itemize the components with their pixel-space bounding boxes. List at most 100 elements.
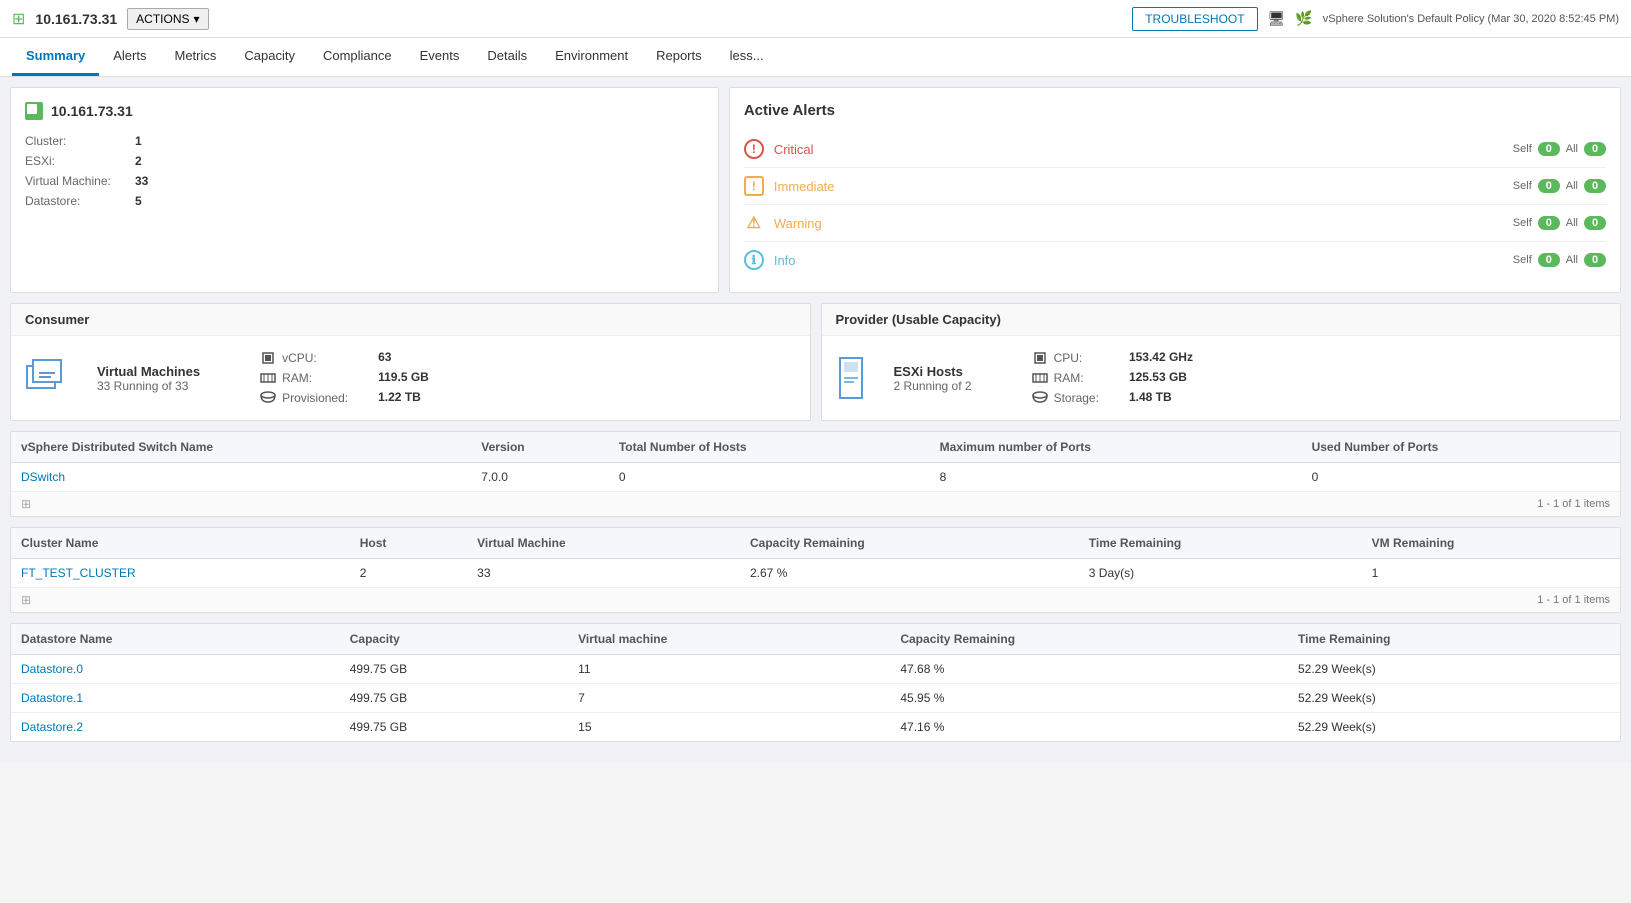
tab-summary[interactable]: Summary — [12, 38, 99, 76]
consumer-sublabel: 33 Running of 33 — [97, 379, 200, 393]
ds2-name-link[interactable]: Datastore.2 — [21, 720, 83, 734]
cluster-table-section: Cluster Name Host Virtual Machine Capaci… — [10, 527, 1621, 613]
monitor-icon: 🖥 — [1268, 10, 1286, 27]
consumer-body: Virtual Machines 33 Running of 33 vCPU: … — [11, 336, 810, 420]
tab-details[interactable]: Details — [473, 38, 541, 76]
ds0-cap-remaining: 47.68 % — [890, 655, 1288, 684]
provider-ram-label: RAM: — [1054, 371, 1084, 385]
vds-col-version: Version — [471, 432, 609, 463]
storage-label-area: Storage: — [1032, 390, 1099, 406]
alert-row-info: ℹ Info Self 0 All 0 — [744, 242, 1606, 278]
tab-less[interactable]: less... — [716, 38, 778, 76]
consumer-panel: Consumer Virtual Machines 33 Running of … — [10, 303, 811, 421]
warning-all-badge: 0 — [1584, 216, 1606, 230]
tab-metrics[interactable]: Metrics — [160, 38, 230, 76]
cluster-footer-left: ⊞ — [21, 593, 31, 607]
datastore-table: Datastore Name Capacity Virtual machine … — [11, 624, 1620, 741]
immediate-all-badge: 0 — [1584, 179, 1606, 193]
provider-stats: CPU: 153.42 GHz RAM: 125.53 GB Storage: … — [1032, 350, 1193, 406]
immediate-icon: ! — [744, 176, 764, 196]
table-row: Datastore.2 499.75 GB 15 47.16 % 52.29 W… — [11, 713, 1620, 742]
top-bar-left: ⊞ 10.161.73.31 ACTIONS ▾ — [12, 8, 209, 30]
tab-reports[interactable]: Reports — [642, 38, 716, 76]
leaf-icon: 🌿 — [1295, 10, 1312, 27]
self-label-warning: Self — [1513, 217, 1532, 229]
cluster-label: Cluster: — [25, 134, 135, 148]
column-resize-icon[interactable]: ⊞ — [21, 497, 31, 511]
provider-sublabel: 2 Running of 2 — [894, 379, 972, 393]
critical-label[interactable]: Critical — [774, 142, 1503, 157]
ds-col-capacity: Capacity — [340, 624, 568, 655]
provider-ram-icon — [1032, 370, 1048, 386]
ds0-name-link[interactable]: Datastore.0 — [21, 662, 83, 676]
cluster-col-vm: Virtual Machine — [467, 528, 740, 559]
actions-button[interactable]: ACTIONS ▾ — [127, 8, 208, 30]
cluster-column-resize-icon[interactable]: ⊞ — [21, 593, 31, 607]
ram-value: 119.5 GB — [378, 370, 429, 386]
datastore-table-section: Datastore Name Capacity Virtual machine … — [10, 623, 1621, 742]
vds-total-hosts: 0 — [609, 463, 930, 492]
warning-counts: Self 0 All 0 — [1513, 216, 1606, 230]
ds1-name-link[interactable]: Datastore.1 — [21, 691, 83, 705]
vds-table-footer: ⊞ 1 - 1 of 1 items — [11, 491, 1620, 516]
warning-label[interactable]: Warning — [774, 216, 1503, 231]
vds-pagination: 1 - 1 of 1 items — [1537, 498, 1610, 510]
cluster-pagination: 1 - 1 of 1 items — [1537, 594, 1610, 606]
provider-body: ESXi Hosts 2 Running of 2 CPU: 153.42 GH… — [822, 336, 1621, 420]
vds-name-link[interactable]: DSwitch — [21, 470, 65, 484]
tab-alerts[interactable]: Alerts — [99, 38, 160, 76]
vm-label: Virtual Machine: — [25, 174, 135, 188]
tab-compliance[interactable]: Compliance — [309, 38, 406, 76]
info-label[interactable]: Info — [774, 253, 1503, 268]
tab-environment[interactable]: Environment — [541, 38, 642, 76]
tab-capacity[interactable]: Capacity — [230, 38, 309, 76]
table-row: DSwitch 7.0.0 0 8 0 — [11, 463, 1620, 492]
critical-all-badge: 0 — [1584, 142, 1606, 156]
info-self-badge: 0 — [1538, 253, 1560, 267]
ds-col-cap-remaining: Capacity Remaining — [890, 624, 1288, 655]
ds0-time: 52.29 Week(s) — [1288, 655, 1620, 684]
cluster-vm-remaining: 1 — [1362, 559, 1620, 588]
ds1-cap-remaining: 45.95 % — [890, 684, 1288, 713]
consumer-icon-area — [25, 356, 69, 400]
consumer-label: Virtual Machines — [97, 364, 200, 379]
immediate-counts: Self 0 All 0 — [1513, 179, 1606, 193]
vcpu-value: 63 — [378, 350, 429, 366]
storage-icon — [260, 390, 276, 406]
alert-row-immediate: ! Immediate Self 0 All 0 — [744, 168, 1606, 205]
provider-labels: ESXi Hosts 2 Running of 2 — [894, 364, 972, 393]
ds0-vm: 11 — [568, 655, 890, 684]
self-label-critical: Self — [1513, 143, 1532, 155]
immediate-label[interactable]: Immediate — [774, 179, 1503, 194]
critical-icon: ! — [744, 139, 764, 159]
troubleshoot-button[interactable]: TROUBLESHOOT — [1132, 7, 1257, 31]
storage-value: 1.48 TB — [1129, 390, 1193, 406]
vcpu-label-area: vCPU: — [260, 350, 348, 366]
info-panel-title: 10.161.73.31 — [25, 102, 704, 120]
provisioned-label: Provisioned: — [282, 391, 348, 405]
vds-version: 7.0.0 — [471, 463, 609, 492]
consumer-stats: vCPU: 63 RAM: 119.5 GB Provisioned: 1.22… — [260, 350, 429, 406]
esxi-icon — [836, 356, 866, 400]
tab-events[interactable]: Events — [406, 38, 474, 76]
vm-value: 33 — [135, 174, 704, 188]
chevron-down-icon: ▾ — [194, 12, 200, 26]
esxi-label: ESXi: — [25, 154, 135, 168]
storage-label: Storage: — [1054, 391, 1099, 405]
consumer-header: Consumer — [11, 304, 810, 336]
self-label-info: Self — [1513, 254, 1532, 266]
cluster-col-host: Host — [350, 528, 467, 559]
cluster-col-vm-remaining: VM Remaining — [1362, 528, 1620, 559]
cluster-col-capacity: Capacity Remaining — [740, 528, 1079, 559]
provisioned-value: 1.22 TB — [378, 390, 429, 406]
provider-cpu-icon — [1032, 350, 1048, 366]
all-label-info: All — [1566, 254, 1578, 266]
top-row: 10.161.73.31 Cluster: 1 ESXi: 2 Virtual … — [10, 87, 1621, 293]
vds-col-name: vSphere Distributed Switch Name — [11, 432, 471, 463]
alerts-panel: Active Alerts ! Critical Self 0 All 0 ! … — [729, 87, 1621, 293]
esxi-value: 2 — [135, 154, 704, 168]
cluster-name-link[interactable]: FT_TEST_CLUSTER — [21, 566, 136, 580]
cluster-host: 2 — [350, 559, 467, 588]
ram-icon — [260, 370, 276, 386]
vds-table-section: vSphere Distributed Switch Name Version … — [10, 431, 1621, 517]
